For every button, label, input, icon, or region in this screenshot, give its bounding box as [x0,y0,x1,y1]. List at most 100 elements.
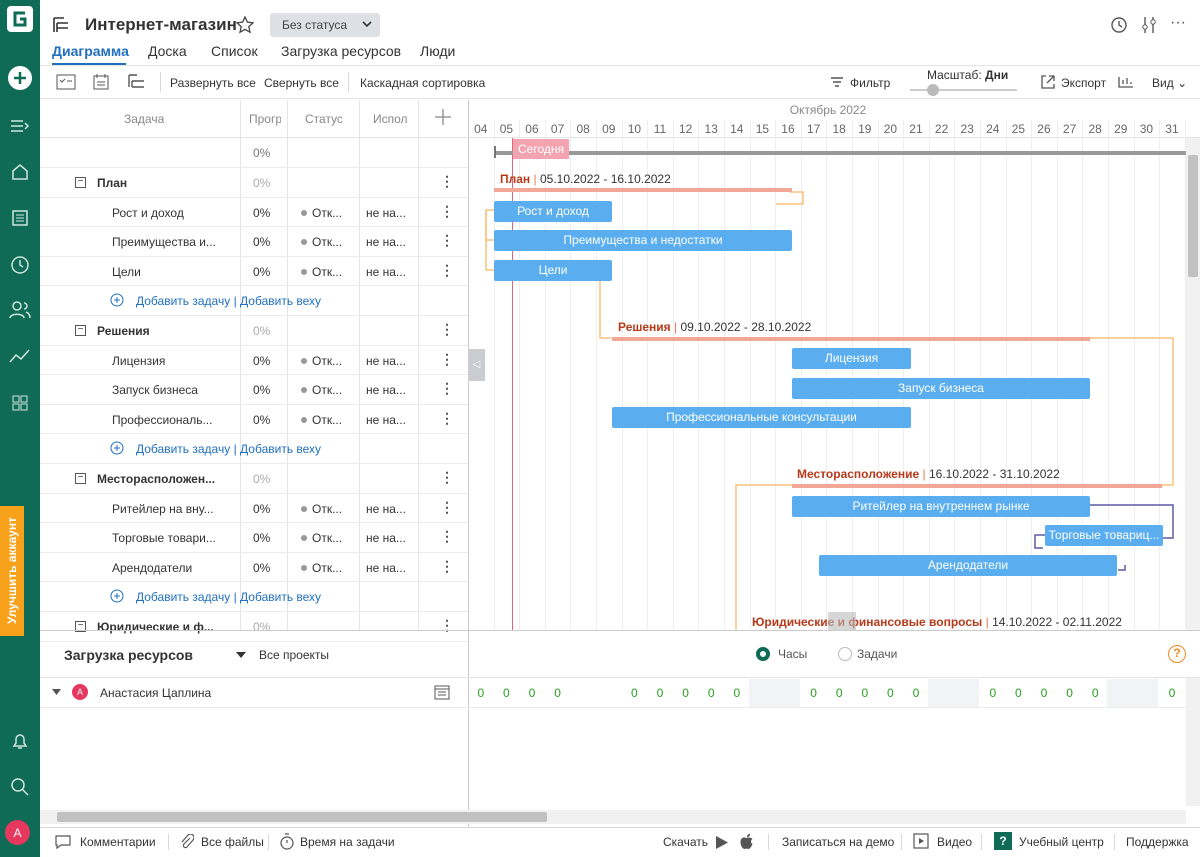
settings-sliders-icon[interactable] [1141,16,1157,34]
row-menu-icon[interactable]: ⋮ [440,321,454,338]
tab-people[interactable]: Люди [420,43,455,59]
google-play-icon[interactable] [715,835,729,850]
task-row[interactable]: Ритейлер на вну... 0% Отк... не на... ⋮ [40,494,468,524]
tab-diagram[interactable]: Диаграмма [52,43,129,59]
status-cell[interactable]: Отк... [301,561,361,575]
time-tracking-link[interactable]: Время на задачи [300,835,395,849]
people-icon[interactable] [6,296,34,324]
row-menu-icon[interactable]: ⋮ [440,469,454,486]
assignee-cell[interactable]: не на... [366,413,414,427]
list-icon[interactable] [6,204,34,232]
app-logo-icon[interactable] [7,6,33,32]
task-row[interactable]: Рост и доход 0% Отк... не на... ⋮ [40,198,468,228]
task-row[interactable]: Арендодатели 0% Отк... не на... ⋮ [40,553,468,583]
row-menu-icon[interactable]: ⋮ [440,528,454,545]
resources-scrollbar[interactable] [1186,678,1200,806]
expand-menu-icon[interactable] [6,112,34,140]
add-circle-icon[interactable] [110,441,124,455]
comments-icon[interactable] [55,835,71,849]
comments-link[interactable]: Комментарии [80,835,156,849]
add-circle-icon[interactable] [110,589,124,603]
tab-board[interactable]: Доска [148,43,187,59]
all-files-link[interactable]: Все файлы [201,835,264,849]
learning-center-icon[interactable]: ? [994,832,1012,850]
row-menu-icon[interactable]: ⋮ [440,262,454,279]
book-demo-link[interactable]: Записаться на демо [782,835,894,849]
assignee-cell[interactable]: не на... [366,531,414,545]
gantt-bar[interactable]: Лицензия [792,348,911,369]
column-task[interactable]: Задача [124,112,164,126]
gantt-bar[interactable]: Цели [494,260,612,281]
export-button[interactable]: Экспорт [1061,76,1106,90]
column-status[interactable]: Статус [305,112,343,126]
scale-slider-handle[interactable] [927,84,939,96]
collapse-toggle-icon[interactable]: − [75,325,86,336]
group-row[interactable]: − Решения 0% ⋮ [40,316,468,346]
status-cell[interactable]: Отк... [301,235,361,249]
clock-icon[interactable] [6,251,34,279]
add-task-link[interactable]: Добавить задачу [136,442,230,456]
gantt-bar[interactable]: Торговые товариц... [1045,525,1163,546]
group-row[interactable]: − План 0% ⋮ [40,168,468,198]
task-row[interactable]: Лицензия 0% Отк... не на... ⋮ [40,346,468,376]
apple-icon[interactable] [739,833,754,850]
row-menu-icon[interactable]: ⋮ [440,380,454,397]
person-calendar-icon[interactable] [434,684,450,700]
paperclip-icon[interactable] [180,834,194,850]
horizontal-scrollbar-thumb[interactable] [57,812,547,822]
analytics-icon[interactable] [6,342,34,370]
upgrade-account-button[interactable]: Улучшить аккаунт [0,506,24,636]
more-icon[interactable]: ··· [1170,14,1186,32]
collapse-all-button[interactable]: Свернуть все [264,76,339,90]
critical-path-icon[interactable] [1117,74,1135,90]
tab-list[interactable]: Список [211,43,258,59]
add-milestone-link[interactable]: Добавить веху [240,442,321,456]
user-avatar[interactable]: А [5,820,30,845]
row-menu-icon[interactable]: ⋮ [440,173,454,190]
gantt-bar[interactable]: Запуск бизнеса [792,378,1090,399]
export-icon[interactable] [1040,74,1056,90]
caret-down-icon[interactable] [236,652,246,658]
task-row[interactable]: Торговые товари... 0% Отк... не на... ⋮ [40,523,468,553]
notifications-bell-icon[interactable] [6,727,34,755]
row-menu-icon[interactable]: ⋮ [440,232,454,249]
gantt-bar[interactable]: Преимущества и недостатки [494,230,792,251]
assignee-cell[interactable]: не на... [366,206,414,220]
task-view-icon[interactable] [56,74,76,90]
assignee-cell[interactable]: не на... [366,265,414,279]
add-icon[interactable] [6,64,34,92]
add-task-link[interactable]: Добавить задачу [136,590,230,604]
group-row[interactable]: − Месторасположен... 0% ⋮ [40,464,468,494]
timer-icon[interactable] [279,833,295,850]
hours-radio[interactable] [756,647,770,661]
video-link[interactable]: Видео [937,835,972,849]
assignee-cell[interactable]: не на... [366,235,414,249]
help-icon[interactable]: ? [1168,645,1186,663]
tasks-radio[interactable] [838,647,852,661]
column-assignee[interactable]: Испол [373,112,411,126]
collapse-grid-handle[interactable]: ◁ [468,349,485,381]
view-dropdown[interactable]: Вид ⌄ [1152,76,1187,90]
task-row[interactable]: Цели 0% Отк... не на... ⋮ [40,257,468,287]
support-link[interactable]: Поддержка [1126,835,1189,849]
collapse-toggle-icon[interactable]: − [75,177,86,188]
status-cell[interactable]: Отк... [301,531,361,545]
status-dropdown[interactable]: Без статуса [270,13,380,37]
project-row[interactable]: 0% [40,138,468,168]
filter-button[interactable]: Фильтр [850,76,890,90]
gantt-bar[interactable]: Рост и доход [494,201,612,222]
chart-scrollbar-thumb[interactable] [1188,155,1198,277]
home-icon[interactable] [6,158,34,186]
gantt-bar[interactable]: Ритейлер на внутреннем рынке [792,496,1090,517]
history-icon[interactable] [1110,16,1128,34]
caret-down-icon[interactable] [52,689,61,695]
gantt-bar[interactable]: Профессиональные консультации [612,407,911,428]
row-menu-icon[interactable]: ⋮ [440,351,454,368]
assignee-cell[interactable]: не на... [366,502,414,516]
add-column-icon[interactable] [434,108,452,126]
task-row[interactable]: Преимущества и... 0% Отк... не на... ⋮ [40,227,468,257]
row-menu-icon[interactable]: ⋮ [440,203,454,220]
add-task-link[interactable]: Добавить задачу [136,294,230,308]
task-row[interactable]: Запуск бизнеса 0% Отк... не на... ⋮ [40,375,468,405]
filter-icon[interactable] [830,76,844,88]
